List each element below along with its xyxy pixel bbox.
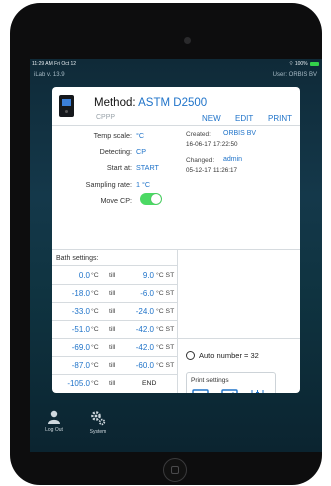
bath-row[interactable]: -69.0 °C till -42.0 °C ST [52, 338, 177, 357]
status-time: 11:29 AM Fri Oct 12 [32, 61, 77, 67]
move-cp-label: Move CP: [100, 196, 132, 205]
changed-label: Changed: [186, 157, 215, 164]
detecting-label: Detecting: [99, 147, 132, 156]
bath-to-unit: °C ST [156, 290, 175, 297]
bath-till-label: till [109, 308, 116, 315]
ipad-frame: 11:29 AM Fri Oct 12 ⌔ 100% iLab v. 13.9 … [10, 3, 322, 485]
home-button[interactable] [163, 458, 187, 482]
bath-to-unit: °C ST [156, 272, 175, 279]
wifi-icon: ⌔ [288, 61, 294, 67]
candlestick-icon[interactable] [249, 389, 266, 393]
bath-from-unit: °C [91, 272, 99, 279]
start-at-label: Start at: [106, 163, 132, 172]
bath-from-value[interactable]: -87.0 [72, 361, 90, 370]
bath-till-label: till [109, 272, 116, 279]
bath-till-label: till [109, 326, 116, 333]
logout-button[interactable]: Log Out [34, 410, 74, 433]
divider [177, 338, 300, 339]
bath-to-value[interactable]: -60.0 [136, 361, 154, 370]
print-settings-title: Print settings [191, 377, 229, 384]
bath-to-unit: °C ST [156, 308, 175, 315]
bath-from-unit: °C [91, 308, 99, 315]
bath-from-value[interactable]: -51.0 [72, 325, 90, 334]
bath-to-value[interactable]: -42.0 [136, 325, 154, 334]
sampling-rate-label: Sampling rate: [85, 180, 132, 189]
front-camera [184, 37, 191, 44]
bath-row[interactable]: -18.0 °C till -6.0 °C ST [52, 284, 177, 303]
refresh-icon [186, 351, 195, 360]
bath-row[interactable]: -51.0 °C till -42.0 °C ST [52, 320, 177, 339]
print-settings-box: Print settings [186, 372, 276, 393]
bath-till-label: till [109, 380, 116, 387]
system-button[interactable]: System [78, 410, 118, 435]
bath-from-unit: °C [91, 344, 99, 351]
bath-from-unit: °C [91, 380, 99, 387]
changed-by: admin [223, 156, 243, 163]
gear-icon [91, 411, 106, 426]
bath-from-value[interactable]: -69.0 [72, 343, 90, 352]
method-name[interactable]: ASTM D2500 [138, 97, 207, 109]
divider [52, 125, 300, 126]
bath-till-label: till [109, 290, 116, 297]
edit-button[interactable]: EDIT [235, 114, 253, 123]
method-subtitle: CPPP [96, 114, 116, 121]
bottom-nav: Log Out System [30, 404, 322, 452]
bath-to-value[interactable]: 9.0 [143, 271, 154, 280]
device-icon [59, 95, 74, 117]
bath-from-value[interactable]: 0.0 [79, 271, 90, 280]
auto-number: Auto number = 32 [186, 351, 259, 360]
bath-to-value[interactable]: -42.0 [136, 343, 154, 352]
bath-from-unit: °C [91, 362, 99, 369]
current-user: User: ORBIS BV [272, 72, 317, 78]
bath-to-unit: °C ST [156, 344, 175, 351]
user-icon [48, 410, 60, 424]
bath-from-value[interactable]: -18.0 [72, 289, 90, 298]
print-button[interactable]: PRINT [268, 114, 292, 123]
bath-from-unit: °C [91, 326, 99, 333]
list-icon[interactable] [192, 389, 209, 393]
start-at-value[interactable]: START [136, 163, 159, 172]
bath-row[interactable]: -33.0 °C till -24.0 °C ST [52, 302, 177, 321]
created-by: ORBIS BV [223, 130, 257, 137]
status-battery: ⌔ 100% [289, 61, 319, 67]
bath-to-unit: °C ST [156, 326, 175, 333]
bath-till-label: till [109, 344, 116, 351]
bath-from-value[interactable]: -33.0 [72, 307, 90, 316]
move-cp-toggle[interactable] [140, 193, 162, 205]
temp-scale-label: Temp scale: [93, 131, 132, 140]
sampling-rate-value[interactable]: 1 °C [136, 180, 150, 189]
app-version: iLab v. 13.9 [34, 72, 65, 78]
bath-row[interactable]: -105.0 °C till END [52, 374, 177, 393]
detecting-value[interactable]: CP [136, 147, 146, 156]
status-bar: 11:29 AM Fri Oct 12 ⌔ 100% [30, 59, 322, 68]
bath-to-value[interactable]: -6.0 [140, 289, 154, 298]
bath-end-label: END [142, 380, 157, 387]
app-bar: iLab v. 13.9 User: ORBIS BV [30, 70, 322, 80]
battery-icon [310, 61, 319, 66]
bath-from-unit: °C [91, 290, 99, 297]
new-button[interactable]: NEW [202, 114, 221, 123]
bath-till-label: till [109, 362, 116, 369]
bath-settings-title: Bath settings: [56, 255, 99, 262]
method-title: Method: ASTM D2500 [94, 97, 208, 109]
divider [177, 249, 178, 393]
bath-row[interactable]: -87.0 °C till -60.0 °C ST [52, 356, 177, 375]
changed-date: 05-12-17 11:26:17 [186, 167, 237, 174]
divider [52, 249, 300, 250]
bath-from-value[interactable]: -105.0 [67, 379, 90, 388]
chart-icon[interactable] [221, 389, 238, 393]
app-screen: 11:29 AM Fri Oct 12 ⌔ 100% iLab v. 13.9 … [30, 59, 322, 452]
bath-row[interactable]: 0.0 °C till 9.0 °C ST [52, 266, 177, 285]
temp-scale-value[interactable]: °C [136, 131, 144, 140]
created-date: 16-06-17 17:22:50 [186, 141, 238, 148]
method-panel: Method: ASTM D2500 CPPP NEW EDIT PRINT T… [52, 87, 300, 393]
bath-to-value[interactable]: -24.0 [136, 307, 154, 316]
bath-to-unit: °C ST [156, 362, 175, 369]
created-label: Created: [186, 131, 211, 138]
